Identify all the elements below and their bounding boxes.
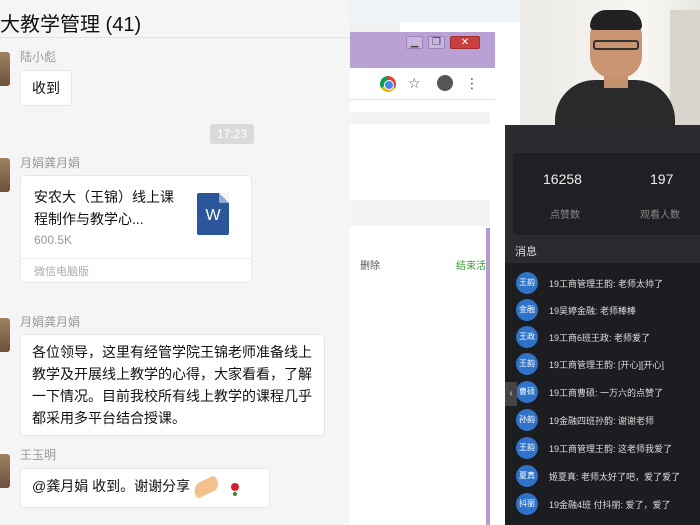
sender-name: 王玉明 [20, 448, 57, 462]
browser-titlebar: ▁ ❐ ✕ [350, 32, 495, 68]
user-avatar: 王韵 [516, 437, 538, 459]
live-stats-panel: 16258 点赞数 197 观看人数 消息 王韵 19工商管理王韵: 老师太帅了… [505, 125, 700, 525]
list-item: 王韵 19工商管理王韵: 老师太帅了 [505, 271, 700, 296]
collapse-panel-icon[interactable]: ‹ [505, 382, 517, 406]
chat-panel: 大教学管理 (41) 陆小彪 收到 17:23 月娟龚月娟 安农大（王锦）线上课… [0, 0, 350, 525]
word-file-icon: W [197, 193, 229, 235]
file-name: 安农大（王锦）线上课程制作与教学心... [34, 189, 174, 227]
clapping-hands-icon [191, 475, 221, 500]
avatar[interactable] [0, 158, 10, 192]
user-avatar: 金融 [516, 299, 538, 321]
sender-name: 月娟龚月娟 [20, 315, 81, 329]
user-avatar: 王韵 [516, 353, 538, 375]
list-item: 夏真 姬夏真: 老师太好了吧，爱了爱了 [505, 464, 700, 489]
message-text: 19工商曹硕: 一万六的点赞了 [549, 388, 664, 398]
message-list: 王韵 19工商管理王韵: 老师太帅了 金融 19吴婷金融: 老师棒棒 王政 19… [505, 263, 700, 525]
browser-window: ▁ ❐ ✕ ☆ ⋮ 删除 结束活 [350, 32, 495, 525]
file-source: 微信电脑版 [34, 266, 89, 278]
list-item: 王政 19工商6班王政: 老师爱了 [505, 325, 700, 350]
user-avatar: 抖丽 [516, 493, 538, 515]
list-item: 王韵 19工商管理王韵: 这老师我爱了 [505, 436, 700, 461]
background-strip [350, 22, 400, 32]
user-avatar: 王政 [516, 326, 538, 348]
message-text: 19工商管理王韵: 这老师我爱了 [549, 444, 673, 454]
list-item: 孙韵 19金融四班孙韵: 谢谢老师 [505, 408, 700, 433]
message-text: 19金融4班 付抖丽: 爱了，爱了 [549, 500, 671, 510]
stats-box: 16258 点赞数 197 观看人数 [513, 153, 700, 235]
star-icon[interactable]: ☆ [408, 75, 421, 92]
end-activity-link[interactable]: 结束活 [456, 257, 486, 272]
message-bubble[interactable]: 收到 [20, 70, 72, 106]
message-bubble[interactable]: 各位领导，这里有经管学院王锦老师准备线上教学及开展线上教学的心得，大家看看，了解… [20, 334, 325, 436]
rose-icon [231, 483, 240, 492]
list-item: 金融 19吴婷金融: 老师棒棒 [505, 298, 700, 323]
user-avatar: 曹硕 [516, 381, 538, 403]
browser-toolbar: ☆ ⋮ [350, 68, 495, 100]
content-band [350, 112, 490, 124]
message-bubble[interactable]: @龚月娟 收到。谢谢分享 [20, 468, 270, 508]
minimize-button[interactable]: ▁ [406, 36, 423, 49]
file-size: 600.5K [34, 233, 73, 247]
messages-title: 消息 [515, 246, 537, 258]
message-text: 19工商管理王韵: 老师太帅了 [549, 279, 664, 289]
close-button[interactable]: ✕ [450, 36, 480, 49]
scrollbar[interactable] [486, 228, 490, 525]
divider [21, 258, 251, 259]
user-avatar: 孙韵 [516, 409, 538, 431]
message-text: 19吴婷金融: 老师棒棒 [549, 306, 637, 316]
list-item: 王韵 19工商管理王韵: [开心][开心] [505, 352, 700, 377]
avatar[interactable] [0, 454, 10, 488]
sender-name: 陆小彪 [20, 50, 57, 64]
delete-link[interactable]: 删除 [360, 257, 380, 272]
background-strip [350, 0, 520, 22]
message-text: 姬夏真: 老师太好了吧，爱了爱了 [549, 472, 681, 482]
chat-title: 大教学管理 (41) [0, 14, 142, 36]
message-text: @龚月娟 收到。谢谢分享 [32, 478, 191, 494]
message-text: 19工商管理王韵: [开心][开心] [549, 360, 665, 370]
webcam-feed [520, 0, 700, 125]
chat-header: 大教学管理 (41) [0, 0, 350, 38]
file-message-card[interactable]: 安农大（王锦）线上课程制作与教学心... 600.5K W 微信电脑版 [20, 175, 252, 283]
chrome-icon[interactable] [380, 76, 396, 92]
message-text: 19金融四班孙韵: 谢谢老师 [549, 416, 655, 426]
list-item: 抖丽 19金融4班 付抖丽: 爱了，爱了 [505, 492, 700, 517]
avatar[interactable] [0, 52, 10, 86]
avatar[interactable] [0, 318, 10, 352]
likes-count: 16258 [543, 171, 582, 187]
user-avatar: 夏真 [516, 465, 538, 487]
message-text: 19工商6班王政: 老师爱了 [549, 333, 651, 343]
sender-name: 月娟龚月娟 [20, 156, 81, 170]
likes-label: 点赞数 [550, 210, 580, 221]
content-band [350, 200, 490, 226]
viewers-label: 观看人数 [640, 210, 680, 221]
account-icon[interactable] [437, 75, 453, 91]
list-item: 曹硕 19工商曹硕: 一万六的点赞了 [505, 380, 700, 405]
user-avatar: 王韵 [516, 272, 538, 294]
maximize-button[interactable]: ❐ [428, 36, 445, 49]
more-menu-icon[interactable]: ⋮ [465, 75, 479, 92]
viewers-count: 197 [650, 171, 674, 187]
message-timestamp: 17:23 [210, 124, 254, 144]
